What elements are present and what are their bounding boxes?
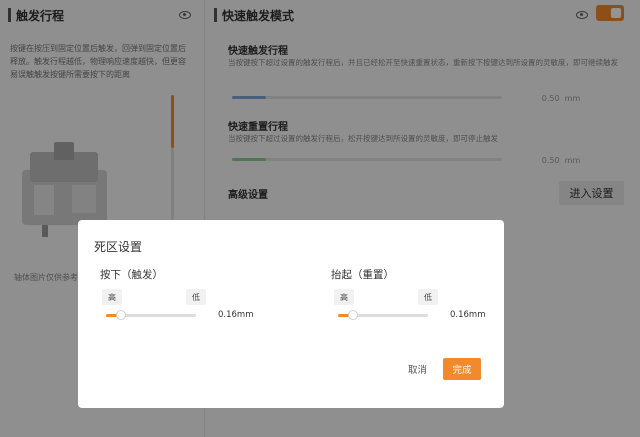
press-label: 按下（触发）: [100, 269, 163, 281]
release-label: 抬起（重置）: [331, 269, 394, 281]
dialog-title: 死区设置: [94, 240, 143, 254]
release-slider-thumb[interactable]: [348, 310, 358, 320]
release-value: 0.16mm: [450, 310, 486, 320]
done-button[interactable]: 完成: [443, 358, 481, 380]
press-slider-thumb[interactable]: [116, 310, 126, 320]
press-deadzone-slider[interactable]: [106, 310, 196, 320]
press-high-chip[interactable]: 高: [102, 289, 122, 305]
press-value: 0.16mm: [218, 310, 254, 320]
release-low-chip[interactable]: 低: [418, 289, 438, 305]
release-deadzone-slider[interactable]: [338, 310, 428, 320]
cancel-button[interactable]: 取消: [408, 362, 427, 376]
release-high-chip[interactable]: 高: [334, 289, 354, 305]
press-low-chip[interactable]: 低: [186, 289, 206, 305]
deadzone-dialog: 死区设置 按下（触发） 高 低 0.16mm 抬起（重置） 高 低 0.16mm…: [78, 220, 504, 408]
